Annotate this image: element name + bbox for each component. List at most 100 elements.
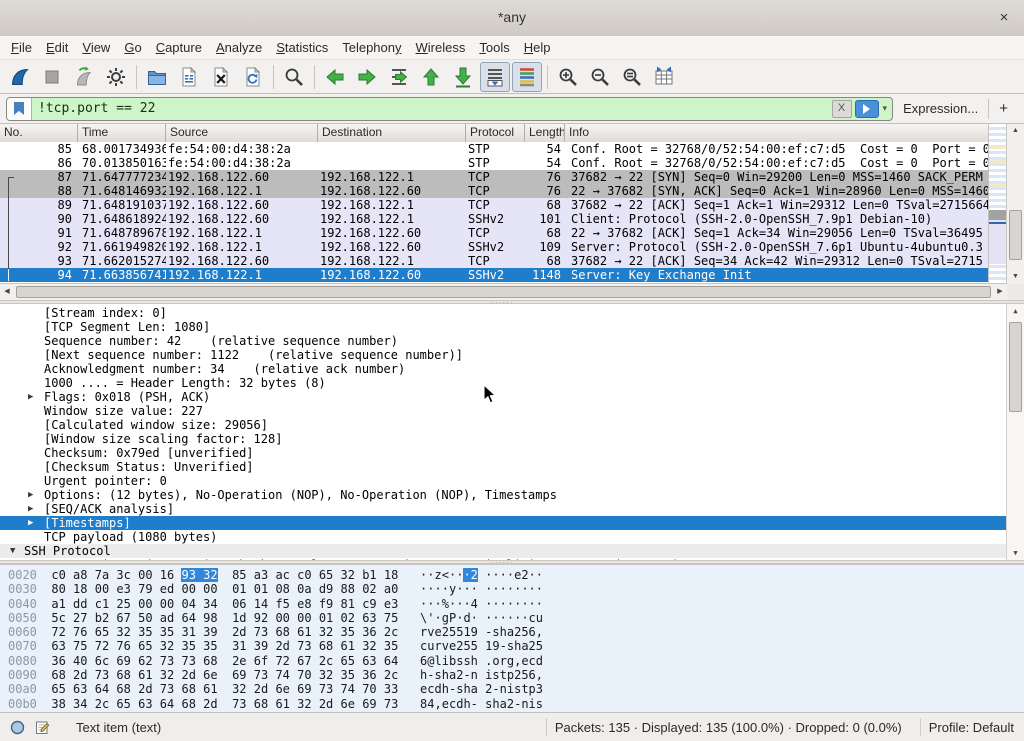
scroll-down-arrow[interactable]: ▼ <box>1007 546 1024 560</box>
go-back-button[interactable] <box>320 62 350 92</box>
packet-row-92[interactable]: 9271.661949820192.168.122.1192.168.122.6… <box>0 240 989 254</box>
colorize-button[interactable] <box>512 62 542 92</box>
packet-list-vscrollbar[interactable]: ▲ ▼ <box>1006 124 1024 284</box>
packet-row-86[interactable]: 8670.013850163fe:54:00:d4:38:2aSTP54Conf… <box>0 156 989 170</box>
detail-line[interactable]: [Stream index: 0] <box>0 306 1007 320</box>
hex-row-0080[interactable]: 0080 36 40 6c 69 62 73 73 68 2e 6f 72 67… <box>0 654 1024 668</box>
detail-line[interactable]: [Window size scaling factor: 128] <box>0 432 1007 446</box>
column-header-protocol[interactable]: Protocol <box>466 124 525 142</box>
display-filter-input[interactable]: !tcp.port == 22 <box>32 101 832 116</box>
detail-line[interactable]: ▶Options: (12 bytes), No-Operation (NOP)… <box>0 488 1007 502</box>
detail-line[interactable]: ▶[SEQ/ACK analysis] <box>0 502 1007 516</box>
go-last-button[interactable] <box>448 62 478 92</box>
detail-line[interactable]: [Next sequence number: 1122 (relative se… <box>0 348 1007 362</box>
packet-row-91[interactable]: 9171.648789678192.168.122.1192.168.122.6… <box>0 226 989 240</box>
detail-line[interactable]: [TCP Segment Len: 1080] <box>0 320 1007 334</box>
packet-row-87[interactable]: 8771.647777234192.168.122.60192.168.122.… <box>0 170 989 184</box>
file-open-button[interactable] <box>142 62 172 92</box>
hex-row-0050[interactable]: 0050 5c 27 b2 67 50 ad 64 98 1d 92 00 00… <box>0 611 1024 625</box>
packet-row-85[interactable]: 8568.001734936fe:54:00:d4:38:2aSTP54Conf… <box>0 142 989 156</box>
hex-row-00b0[interactable]: 00b0 38 34 2c 65 63 64 68 2d 73 68 61 32… <box>0 697 1024 711</box>
capture-stop-button[interactable] <box>37 62 67 92</box>
detail-line[interactable]: Checksum: 0x79ed [unverified] <box>0 446 1007 460</box>
menu-analyze[interactable]: Analyze <box>209 38 269 57</box>
filter-history-dropdown[interactable]: ▾ <box>882 103 893 114</box>
go-to-packet-button[interactable] <box>384 62 414 92</box>
hex-row-0070[interactable]: 0070 63 75 72 76 65 32 35 35 31 39 2d 73… <box>0 639 1024 653</box>
filter-add-button[interactable]: + <box>989 100 1018 117</box>
display-filter-field[interactable]: !tcp.port == 22 X ▾ <box>6 97 893 121</box>
hex-row-0030[interactable]: 0030 80 18 00 e3 79 ed 00 00 01 01 08 0a… <box>0 582 1024 596</box>
capture-options-button[interactable] <box>101 62 131 92</box>
detail-line[interactable]: Urgent pointer: 0 <box>0 474 1007 488</box>
expander-closed-icon[interactable]: ▶ <box>28 488 33 502</box>
detail-line[interactable]: ▶Flags: 0x018 (PSH, ACK) <box>0 390 1007 404</box>
scroll-right-arrow[interactable]: ▶ <box>993 284 1007 300</box>
expert-info-button[interactable] <box>10 720 25 735</box>
zoom-original-button[interactable] <box>617 62 647 92</box>
scroll-left-arrow[interactable]: ◀ <box>0 284 14 300</box>
intelligent-scrollbar-minimap[interactable] <box>988 124 1007 284</box>
menu-tools[interactable]: Tools <box>472 38 516 57</box>
close-icon[interactable]: × <box>994 8 1014 28</box>
packet-bytes-pane[interactable]: 0020 c0 a8 7a 3c 00 16 93 32 85 a3 ac c0… <box>0 564 1024 716</box>
packet-row-93[interactable]: 9371.662015274192.168.122.60192.168.122.… <box>0 254 989 268</box>
column-header-time[interactable]: Time <box>78 124 166 142</box>
file-close-button[interactable] <box>206 62 236 92</box>
expression-button[interactable]: Expression... <box>893 101 988 116</box>
go-first-button[interactable] <box>416 62 446 92</box>
scroll-down-arrow[interactable]: ▼ <box>1007 270 1024 284</box>
title-bar[interactable]: *any × <box>0 0 1024 37</box>
column-header-info[interactable]: Info <box>565 124 989 142</box>
hex-row-0020[interactable]: 0020 c0 a8 7a 3c 00 16 93 32 85 a3 ac c0… <box>0 568 1024 582</box>
detail-line[interactable]: Window size value: 227 <box>0 404 1007 418</box>
detail-line[interactable]: 1000 .... = Header Length: 32 bytes (8) <box>0 376 1007 390</box>
zoom-in-button[interactable] <box>553 62 583 92</box>
menu-statistics[interactable]: Statistics <box>269 38 335 57</box>
expander-closed-icon[interactable]: ▶ <box>28 390 33 404</box>
packet-list-hscrollbar[interactable]: ◀ ▶ <box>0 283 1007 300</box>
scroll-up-arrow[interactable]: ▲ <box>1007 124 1024 138</box>
detail-line[interactable]: [Calculated window size: 29056] <box>0 418 1007 432</box>
column-header-source[interactable]: Source <box>166 124 318 142</box>
packet-row-88[interactable]: 8871.648146932192.168.122.1192.168.122.6… <box>0 184 989 198</box>
detail-line[interactable]: Acknowledgment number: 34 (relative ack … <box>0 362 1007 376</box>
filter-bookmark-button[interactable] <box>7 98 32 120</box>
menu-file[interactable]: File <box>4 38 39 57</box>
expander-open-icon[interactable]: ▼ <box>10 544 15 558</box>
capture-start-button[interactable] <box>5 62 35 92</box>
packet-row-94[interactable]: 9471.663856741192.168.122.1192.168.122.6… <box>0 268 989 282</box>
column-header-destination[interactable]: Destination <box>318 124 466 142</box>
packet-list-header[interactable]: No.TimeSourceDestinationProtocolLengthIn… <box>0 124 989 143</box>
auto-scroll-button[interactable] <box>480 62 510 92</box>
menu-help[interactable]: Help <box>517 38 558 57</box>
resize-columns-button[interactable] <box>649 62 679 92</box>
detail-line[interactable]: ▼SSH Protocol <box>0 544 1007 558</box>
column-header-no[interactable]: No. <box>0 124 78 142</box>
capture-comment-button[interactable] <box>35 720 50 735</box>
detail-line[interactable]: ▶[Timestamps] <box>0 516 1007 530</box>
packet-row-89[interactable]: 8971.648191037192.168.122.60192.168.122.… <box>0 198 989 212</box>
zoom-out-button[interactable] <box>585 62 615 92</box>
menu-edit[interactable]: Edit <box>39 38 75 57</box>
file-reload-button[interactable] <box>238 62 268 92</box>
filter-clear-button[interactable]: X <box>832 100 852 118</box>
scrollbar-thumb[interactable] <box>16 286 991 298</box>
hex-row-0060[interactable]: 0060 72 76 65 32 35 35 31 39 2d 73 68 61… <box>0 625 1024 639</box>
hex-row-00a0[interactable]: 00a0 65 63 64 68 2d 73 68 61 32 2d 6e 69… <box>0 682 1024 696</box>
column-header-length[interactable]: Length <box>525 124 565 142</box>
expander-closed-icon[interactable]: ▶ <box>28 502 33 516</box>
details-vscrollbar[interactable]: ▲ ▼ <box>1006 304 1024 560</box>
filter-apply-button[interactable] <box>855 100 879 118</box>
menu-go[interactable]: Go <box>117 38 148 57</box>
expander-closed-icon[interactable]: ▶ <box>28 516 33 530</box>
file-save-button[interactable] <box>174 62 204 92</box>
scrollbar-thumb[interactable] <box>1009 322 1022 412</box>
detail-line[interactable]: TCP payload (1080 bytes) <box>0 530 1007 544</box>
menu-wireless[interactable]: Wireless <box>409 38 473 57</box>
capture-restart-button[interactable] <box>69 62 99 92</box>
detail-line[interactable]: [Checksum Status: Unverified] <box>0 460 1007 474</box>
find-packet-button[interactable] <box>279 62 309 92</box>
status-profile[interactable]: Profile: Default <box>929 720 1014 735</box>
scrollbar-thumb[interactable] <box>1009 210 1022 260</box>
